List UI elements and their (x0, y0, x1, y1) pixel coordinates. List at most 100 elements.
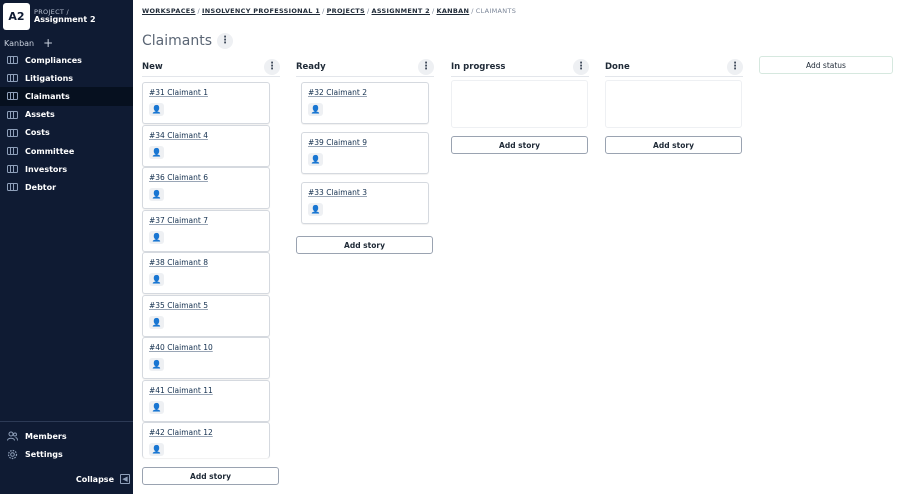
column-done: Done ⋮ Add story (605, 57, 743, 154)
sidebar-item-label: Members (25, 431, 67, 441)
sidebar-divider (0, 421, 133, 422)
sidebar-item-assets[interactable]: Assets (0, 106, 133, 124)
board-icon (7, 92, 18, 101)
assign-user-icon[interactable]: 👤 (149, 443, 164, 456)
assign-user-icon[interactable]: 👤 (149, 188, 164, 201)
story-card[interactable]: #41 Claimant 11 👤 (142, 379, 270, 422)
sidebar-item-debtor[interactable]: Debtor (0, 178, 133, 196)
add-status-button[interactable]: Add status (759, 56, 893, 74)
column-header: In progress ⋮ (451, 57, 589, 77)
breadcrumb-separator: / (471, 7, 474, 15)
column-more-options-icon[interactable]: ⋮ (727, 58, 743, 75)
board-icon (7, 56, 18, 65)
column-title: In progress (451, 61, 506, 72)
story-card[interactable]: #31 Claimant 1 👤 (142, 82, 270, 124)
sidebar-item-label: Settings (25, 449, 63, 459)
story-card[interactable]: #39 Claimant 9 👤 (301, 132, 429, 174)
column-title: Ready (296, 61, 326, 72)
story-title-link[interactable]: #42 Claimant 12 (149, 428, 263, 437)
sidebar-item-label: Costs (25, 128, 50, 138)
sidebar-nav: Compliances Litigations Claimants Assets… (0, 51, 133, 197)
assign-user-icon[interactable]: 👤 (149, 230, 164, 244)
story-card[interactable]: #37 Claimant 7 👤 (142, 209, 270, 252)
column-header: Done ⋮ (605, 57, 743, 77)
sidebar-item-label: Debtor (25, 182, 57, 192)
project-switcher[interactable]: A2 PROJECT / Assignment 2 (3, 3, 96, 30)
main-content: WORKSPACES / INSOLVENCY PROFESSIONAL 1/PRO… (133, 0, 900, 494)
add-story-button[interactable]: Add story (605, 136, 742, 154)
page-title: Claimants (142, 33, 213, 49)
column-more-options-icon[interactable]: ⋮ (264, 58, 280, 75)
breadcrumb-workspaces[interactable]: WORKSPACES (142, 7, 196, 15)
board-icon (7, 110, 18, 119)
breadcrumb: WORKSPACES / INSOLVENCY PROFESSIONAL 1/PRO… (142, 7, 516, 15)
story-card[interactable]: #33 Claimant 3 👤 (301, 182, 429, 224)
story-title-link[interactable]: #34 Claimant 4 (149, 131, 263, 140)
add-board-plus-icon[interactable]: + (43, 37, 53, 49)
board-icon (7, 183, 18, 192)
empty-drop-zone[interactable] (451, 80, 588, 128)
story-title-link[interactable]: #37 Claimant 7 (149, 216, 263, 225)
breadcrumb-separator: / (367, 7, 370, 15)
story-title-link[interactable]: #38 Claimant 8 (149, 258, 263, 267)
breadcrumb-assignment[interactable]: ASSIGNMENT 2 (372, 7, 430, 15)
sidebar-item-litigations[interactable]: Litigations (0, 69, 133, 87)
sidebar-item-claimants[interactable]: Claimants (0, 87, 133, 106)
story-title-link[interactable]: #36 Claimant 6 (149, 173, 263, 182)
story-card[interactable]: #34 Claimant 4 👤 (142, 124, 270, 167)
story-card[interactable]: #38 Claimant 8 👤 (142, 252, 270, 294)
sidebar-item-compliances[interactable]: Compliances (0, 51, 133, 69)
story-title-link[interactable]: #40 Claimant 10 (149, 343, 263, 352)
board-icon (7, 165, 18, 174)
empty-drop-zone[interactable] (605, 80, 742, 128)
add-story-button[interactable]: Add story (451, 136, 588, 154)
story-title-link[interactable]: #31 Claimant 1 (149, 88, 263, 97)
story-card[interactable]: #35 Claimant 5 👤 (142, 294, 270, 337)
breadcrumb-separator: / (197, 7, 201, 15)
breadcrumb-kanban[interactable]: KANBAN (437, 7, 470, 15)
column-more-options-icon[interactable]: ⋮ (418, 58, 434, 75)
breadcrumb-projects[interactable]: PROJECTS (327, 7, 365, 15)
story-card[interactable]: #36 Claimant 6 👤 (142, 167, 270, 209)
add-story-button[interactable]: Add story (296, 236, 433, 254)
assign-user-icon[interactable]: 👤 (308, 203, 323, 216)
story-title-link[interactable]: #33 Claimant 3 (308, 188, 422, 197)
sidebar-item-members[interactable]: Members (0, 427, 133, 445)
breadcrumb-claimants: CLAIMANTS (475, 7, 517, 15)
column-in-progress: In progress ⋮ Add story (451, 57, 589, 154)
sidebar-item-costs[interactable]: Costs (0, 124, 133, 142)
members-icon (7, 431, 18, 442)
story-title-link[interactable]: #35 Claimant 5 (149, 301, 263, 310)
assign-user-icon[interactable]: 👤 (308, 103, 323, 116)
story-title-link[interactable]: #32 Claimant 2 (308, 88, 422, 97)
column-body: #31 Claimant 1 👤 #34 Claimant 4 👤 #36 Clai… (142, 77, 280, 458)
story-card[interactable]: #40 Claimant 10 👤 (142, 337, 270, 379)
assign-user-icon[interactable]: 👤 (308, 153, 323, 166)
sidebar-bottom: Members Settings (0, 427, 133, 463)
assign-user-icon[interactable]: 👤 (149, 358, 164, 371)
column-more-options-icon[interactable]: ⋮ (573, 58, 589, 75)
collapse-button[interactable]: Collapse ◀ (76, 474, 130, 484)
kanban-header: Kanban + (4, 37, 53, 49)
page-more-options-icon[interactable]: ⋮ (217, 33, 234, 49)
breadcrumb-insolvency-professional[interactable]: INSOLVENCY PROFESSIONAL 1 (202, 7, 320, 15)
sidebar-item-settings[interactable]: Settings (0, 445, 133, 463)
column-header: Ready ⋮ (296, 57, 434, 77)
breadcrumb-separator: / (322, 7, 325, 15)
column-title: Done (605, 61, 630, 72)
sidebar-item-committee[interactable]: Committee (0, 142, 133, 160)
sidebar-item-investors[interactable]: Investors (0, 160, 133, 178)
story-card[interactable]: #32 Claimant 2 👤 (301, 82, 429, 124)
assign-user-icon[interactable]: 👤 (149, 145, 164, 159)
story-title-link[interactable]: #39 Claimant 9 (308, 138, 422, 147)
add-story-button[interactable]: Add story (142, 467, 279, 485)
board-icon (7, 128, 18, 137)
assign-user-icon[interactable]: 👤 (149, 315, 164, 329)
assign-user-icon[interactable]: 👤 (149, 103, 164, 116)
assign-user-icon[interactable]: 👤 (149, 400, 164, 414)
sidebar-item-label: Investors (25, 164, 68, 174)
story-title-link[interactable]: #41 Claimant 11 (149, 386, 263, 395)
column-new: New ⋮ #31 Claimant 1 👤 #34 Claimant 4 👤 #3… (142, 57, 280, 485)
story-card[interactable]: #42 Claimant 12 👤 (142, 422, 270, 458)
assign-user-icon[interactable]: 👤 (149, 273, 164, 286)
